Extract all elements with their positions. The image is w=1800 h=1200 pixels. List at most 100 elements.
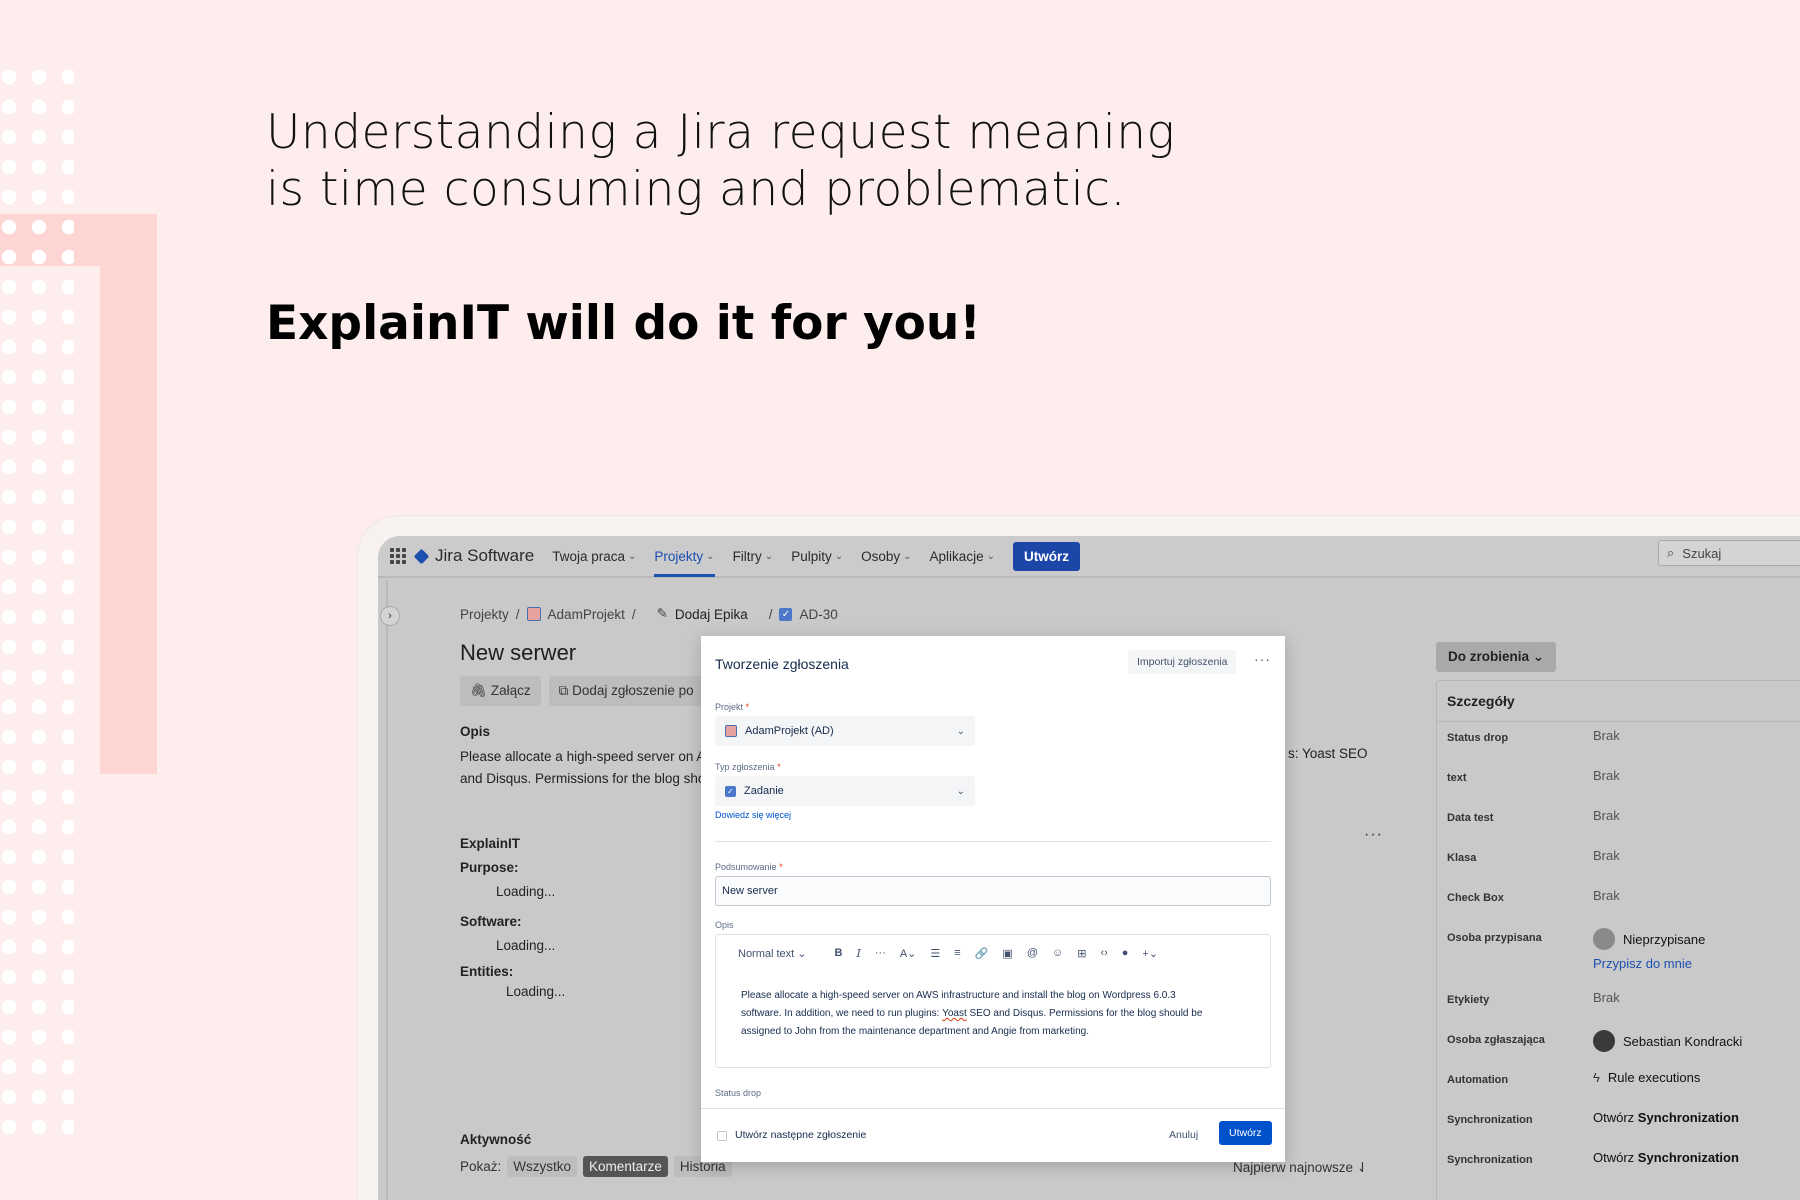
nav-label: Twoja praca	[552, 548, 625, 564]
breadcrumb: Projekty / AdamProjekt / ✎ Dodaj Epika /…	[460, 606, 838, 622]
chevron-down-icon: ⌄	[956, 725, 965, 737]
detail-row: text Brak	[1437, 768, 1800, 808]
assignee-value[interactable]: Nieprzypisane	[1593, 928, 1705, 950]
import-issues-button[interactable]: Importuj zgłoszenia	[1128, 650, 1237, 674]
issue-title[interactable]: New serwer	[460, 640, 576, 666]
status-label: Do zrobienia	[1448, 649, 1530, 664]
submit-create-button[interactable]: Utwórz	[1219, 1121, 1272, 1145]
detail-value[interactable]: Brak	[1593, 888, 1620, 903]
project-select[interactable]: AdamProjekt (AD) ⌄	[715, 716, 975, 746]
bullet-list-icon[interactable]: ☰	[930, 947, 940, 960]
attach-button[interactable]: 🖇 Załącz	[460, 676, 541, 706]
numbered-list-icon[interactable]: ≡	[954, 947, 960, 959]
description-text[interactable]: Please allocate a high-speed server on A…	[460, 746, 720, 790]
expand-sidebar-button[interactable]: ›	[380, 606, 400, 626]
add-child-label: Dodaj zgłoszenie po	[572, 683, 694, 698]
detail-value[interactable]: Brak	[1593, 990, 1620, 1005]
filter-all[interactable]: Wszystko	[507, 1156, 578, 1177]
sync-name: Synchronization	[1637, 1110, 1739, 1125]
detail-value[interactable]: Brak	[1593, 848, 1620, 863]
nav-projects[interactable]: Projekty ⌄	[654, 536, 715, 577]
breadcrumb-separator: /	[515, 606, 520, 622]
emoji-icon[interactable]: ☺	[1052, 947, 1063, 959]
nav-apps[interactable]: Aplikacje ⌄	[930, 536, 995, 577]
search-input[interactable]: ⌕ Szukaj	[1658, 540, 1800, 566]
cancel-button[interactable]: Anuluj	[1169, 1129, 1198, 1141]
create-button[interactable]: Utwórz	[1012, 541, 1080, 571]
details-title[interactable]: Szczegóły	[1437, 681, 1800, 722]
learn-more-link[interactable]: Dowiedz się więcej	[715, 810, 791, 820]
assignee-row: Osoba przypisana Nieprzypisane Przypisz …	[1437, 928, 1800, 990]
more-formatting-icon[interactable]: ···	[875, 947, 886, 959]
sync-value[interactable]: Otwórz Synchronization	[1593, 1150, 1739, 1165]
status-button[interactable]: Do zrobienia ⌄	[1436, 642, 1557, 672]
nav-filters[interactable]: Filtry ⌄	[733, 536, 774, 577]
insert-more-icon[interactable]: +⌄	[1142, 947, 1158, 960]
text-color-icon[interactable]: A⌄	[900, 947, 917, 960]
detail-key: Synchronization	[1447, 1114, 1533, 1126]
chevron-down-icon: ⌄	[1532, 649, 1545, 664]
avatar	[1593, 928, 1615, 950]
summary-input[interactable]: New server	[715, 876, 1271, 906]
detail-key: Automation	[1447, 1074, 1509, 1086]
software-loading: Loading...	[496, 938, 556, 953]
more-options-icon[interactable]: ···	[1254, 651, 1271, 667]
breadcrumb-projects[interactable]: Projekty	[460, 607, 509, 622]
nav-label: Pulpity	[791, 548, 832, 564]
sort-label: Najpierw najnowsze	[1233, 1160, 1354, 1175]
detail-key: Klasa	[1447, 852, 1477, 864]
reporter-value[interactable]: Sebastian Kondracki	[1593, 1030, 1742, 1052]
add-child-issue-button[interactable]: ⧉ Dodaj zgłoszenie po	[548, 676, 704, 706]
project-field-label: Projekt *	[715, 702, 749, 712]
description-text-tail: s: Yoast SEO	[1288, 746, 1368, 761]
nav-your-work[interactable]: Twoja praca ⌄	[552, 536, 636, 577]
chevron-down-icon: ⌄	[834, 550, 844, 562]
mention-icon[interactable]: @	[1027, 947, 1038, 959]
assign-to-me-link[interactable]: Przypisz do mnie	[1593, 956, 1692, 971]
create-another-checkbox[interactable]	[717, 1131, 727, 1141]
sync-prefix: Otwórz	[1593, 1150, 1635, 1165]
reporter-name: Sebastian Kondracki	[1623, 1033, 1743, 1049]
jira-logo[interactable]: Jira Software	[413, 546, 535, 566]
nav-dashboards[interactable]: Pulpity ⌄	[791, 536, 843, 577]
sort-newest-first[interactable]: Najpierw najnowsze ⇃	[1233, 1160, 1368, 1176]
breadcrumb-add-epic[interactable]: Dodaj Epika	[675, 607, 748, 622]
issue-type-select[interactable]: ✓ Zadanie ⌄	[715, 776, 975, 806]
detail-key: Etykiety	[1447, 994, 1490, 1006]
breadcrumb-separator: /	[631, 606, 636, 622]
label-text: Projekt	[715, 702, 744, 712]
table-icon[interactable]: ⊞	[1077, 947, 1086, 960]
create-another-label[interactable]: Utwórz następne zgłoszenie	[735, 1129, 866, 1141]
filter-comments[interactable]: Komentarze	[583, 1156, 668, 1177]
divider	[715, 841, 1271, 842]
text-style-dropdown[interactable]: Normal text ⌄	[738, 947, 807, 960]
app-switcher-icon[interactable]	[390, 548, 406, 564]
top-navigation: Jira Software Twoja praca ⌄ Projekty ⌄ Fil…	[378, 536, 1800, 578]
code-icon[interactable]: ‹›	[1100, 947, 1107, 959]
detail-value[interactable]: Brak	[1593, 768, 1620, 783]
sync-value[interactable]: Otwórz Synchronization	[1593, 1110, 1739, 1125]
detail-key: text	[1447, 772, 1467, 784]
detail-value[interactable]: Brak	[1593, 808, 1620, 823]
sync-name: Synchronization	[1637, 1150, 1739, 1165]
editor-toolbar: Normal text ⌄ B I ··· A⌄ ☰ ≡ 🔗 ▣ @ ☺ ⊞ ‹…	[716, 935, 1270, 971]
editor-line: Please allocate a high-speed server on A…	[741, 990, 1176, 1001]
create-issue-modal: Tworzenie zgłoszenia Importuj zgłoszenia…	[701, 636, 1285, 1162]
summary-value: New server	[722, 885, 778, 897]
breadcrumb-separator: /	[768, 606, 773, 622]
activity-filters: Pokaż: Wszystko Komentarze Historia	[460, 1156, 732, 1177]
more-options-icon[interactable]: ···	[1364, 826, 1383, 844]
italic-icon[interactable]: I	[856, 947, 860, 960]
bold-icon[interactable]: B	[835, 947, 843, 959]
breadcrumb-issue-key[interactable]: AD-30	[799, 607, 837, 622]
purpose-label: Purpose:	[460, 860, 519, 875]
breadcrumb-project[interactable]: AdamProjekt	[548, 607, 625, 622]
image-icon[interactable]: ▣	[1002, 947, 1012, 960]
description-editor[interactable]: Normal text ⌄ B I ··· A⌄ ☰ ≡ 🔗 ▣ @ ☺ ⊞ ‹…	[715, 934, 1271, 1068]
link-icon[interactable]: 🔗	[975, 947, 989, 960]
automation-value[interactable]: ϟ Rule executions	[1593, 1070, 1700, 1085]
detail-value[interactable]: Brak	[1593, 728, 1620, 743]
nav-people[interactable]: Osoby ⌄	[861, 536, 911, 577]
brand-name: Jira Software	[435, 546, 535, 565]
info-icon[interactable]: ●	[1122, 947, 1129, 959]
